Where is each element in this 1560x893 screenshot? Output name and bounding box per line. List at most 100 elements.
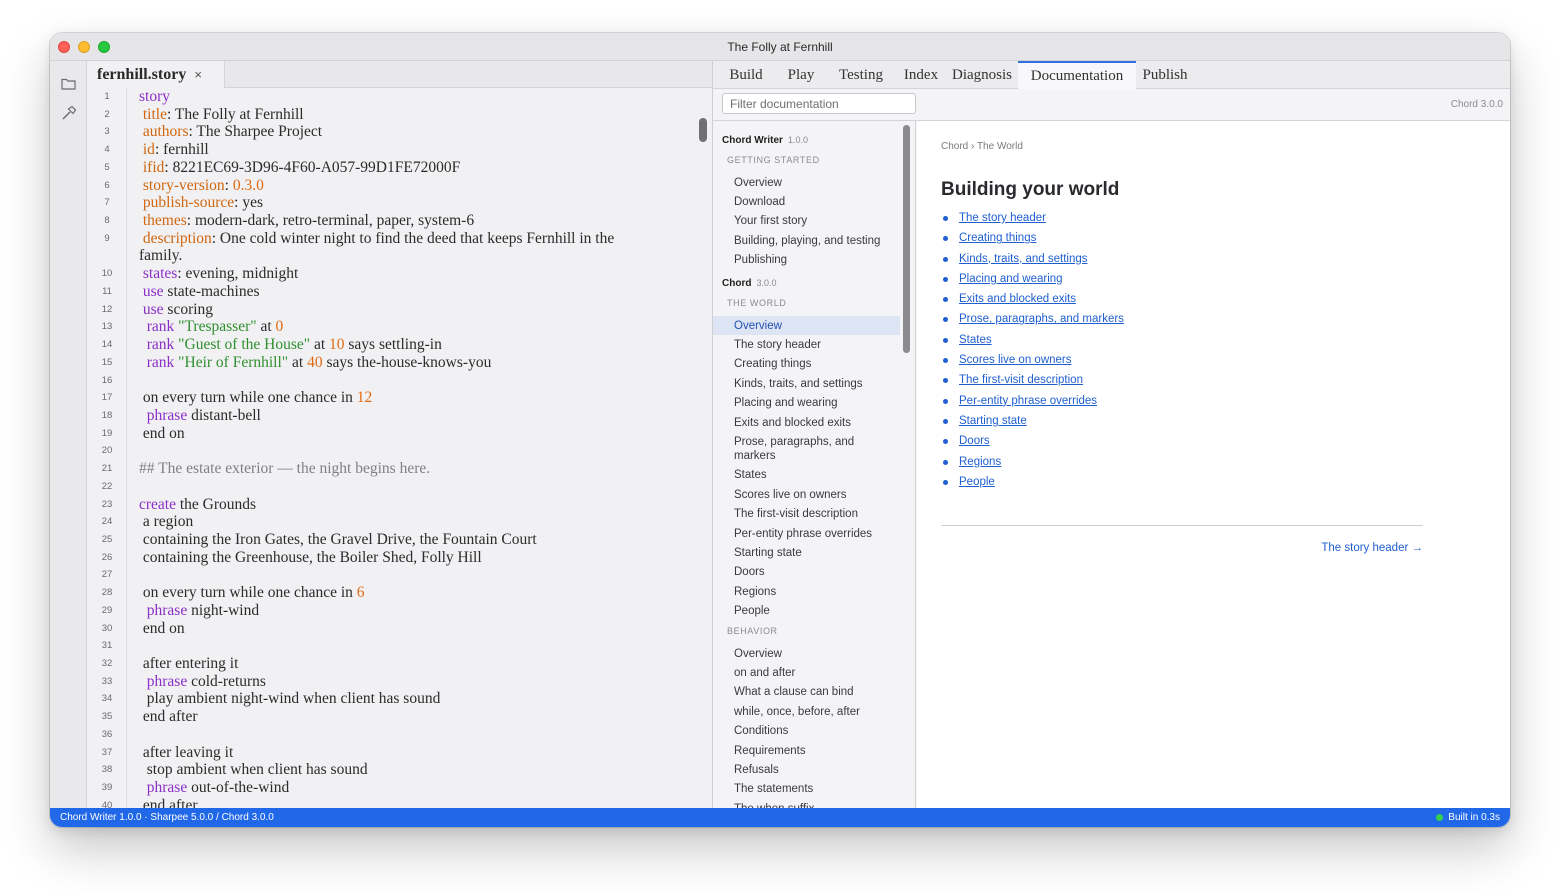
line-number: 33 [101, 675, 113, 687]
nav-item[interactable]: The when suffix [713, 799, 900, 808]
line-number: 1 [104, 91, 110, 102]
nav-item[interactable]: What a clause can bind [713, 683, 900, 702]
code-token: description [142, 229, 212, 247]
nav-item[interactable]: Kinds, traits, and settings [713, 374, 900, 393]
topic-link[interactable]: Creating things [959, 232, 1036, 244]
nav-item[interactable]: Overview [713, 173, 900, 192]
topic-list-item: The story header [941, 211, 1124, 225]
nav-item[interactable]: Starting state [713, 543, 900, 562]
nav-item[interactable]: Regions [713, 582, 900, 601]
next-page-link[interactable]: The story header → [1321, 542, 1423, 554]
nav-item[interactable]: The story header [713, 335, 900, 354]
line-number: 26 [101, 551, 113, 563]
hammer-icon[interactable] [60, 104, 77, 121]
code-line: story [139, 88, 170, 106]
nav-item[interactable]: Scores live on owners [713, 485, 900, 504]
doc-nav-scrollbar[interactable] [903, 125, 910, 353]
nav-item[interactable]: Creating things [713, 355, 900, 374]
line-number: 38 [101, 764, 113, 776]
code-token: after entering it [139, 655, 239, 673]
line-number: 11 [102, 285, 112, 297]
filter-documentation-input[interactable]: Filter documentation [722, 93, 916, 114]
code-line: ifid: 8221EC69-3D96-4F60-A057-99D1FE7200… [139, 159, 460, 177]
topic-link[interactable]: Placing and wearing [959, 273, 1063, 285]
nav-item[interactable]: Conditions [713, 722, 900, 741]
line-number: 9 [104, 232, 110, 244]
topic-list-item: Per-entity phrase overrides [941, 394, 1124, 408]
nav-item[interactable]: Overview [713, 316, 900, 335]
code-token: family. [139, 247, 183, 265]
divider [941, 525, 1423, 526]
nav-item[interactable]: Building, playing, and testing [713, 231, 900, 250]
nav-item[interactable]: States [713, 466, 900, 485]
code-token: says the-house-knows-you [322, 353, 492, 371]
topic-link[interactable]: States [959, 334, 992, 346]
nav-item[interactable]: Placing and wearing [713, 394, 900, 413]
topic-link[interactable]: Doors [959, 435, 990, 447]
topic-link[interactable]: Per-entity phrase overrides [959, 395, 1097, 407]
nav-item[interactable]: Download [713, 192, 900, 211]
topic-link[interactable]: The story header [959, 212, 1046, 224]
nav-item[interactable]: Requirements [713, 741, 900, 760]
nav-item[interactable]: The first-visit description [713, 505, 900, 524]
line-number: 27 [101, 569, 113, 581]
nav-item[interactable]: The statements [713, 780, 900, 799]
tab-index[interactable]: Index [896, 61, 946, 89]
topic-link[interactable]: Regions [959, 456, 1001, 468]
editor-scrollbar[interactable] [699, 118, 707, 142]
nav-item[interactable]: Exits and blocked exits [713, 413, 900, 432]
topic-link[interactable]: People [959, 476, 995, 488]
minimize-window-button[interactable] [78, 41, 90, 53]
tab-publish[interactable]: Publish [1136, 61, 1194, 89]
nav-item[interactable]: People [713, 602, 900, 621]
topic-link[interactable]: Exits and blocked exits [959, 293, 1076, 305]
line-number: 37 [101, 746, 113, 758]
topic-link[interactable]: The first-visit description [959, 374, 1083, 386]
tab-play[interactable]: Play [776, 61, 826, 89]
folder-icon[interactable] [60, 75, 77, 92]
nav-item[interactable]: while, once, before, after [713, 702, 900, 721]
topic-link[interactable]: Scores live on owners [959, 354, 1072, 366]
tab-diagnosis[interactable]: Diagnosis [946, 61, 1018, 89]
line-number: 23 [101, 498, 113, 510]
topic-link[interactable]: Prose, paragraphs, and markers [959, 313, 1124, 325]
line-number: 36 [101, 728, 113, 740]
build-status: Built in 0.3s [1436, 812, 1500, 823]
close-window-button[interactable] [58, 41, 70, 53]
tab-build[interactable]: Build [716, 61, 776, 89]
code-token: night-wind [187, 601, 260, 619]
topic-list-item: States [941, 333, 1124, 347]
code-token: phrase [146, 406, 188, 424]
topic-link-list: The story header Creating things Kinds, tr… [941, 211, 1124, 495]
code-line: after entering it [139, 655, 239, 673]
close-tab-icon[interactable]: × [194, 67, 202, 82]
nav-item[interactable]: on and after [713, 663, 900, 682]
line-number: 25 [101, 534, 113, 545]
code-line: containing the Greenhouse, the Boiler Sh… [139, 549, 482, 567]
topic-link[interactable]: Kinds, traits, and settings [959, 253, 1087, 265]
line-number: 4 [104, 144, 110, 156]
code-editor[interactable]: 1 2 3 4 5 6 7 8 9 10 11 12 13 14 15 16 17 18 19 20 21 22 23 24 2… [87, 88, 712, 808]
nav-item[interactable]: Overview [713, 644, 900, 663]
line-number: 5 [104, 161, 110, 173]
code-line: authors: The Sharpee Project [139, 123, 322, 141]
nav-item[interactable]: Per-entity phrase overrides [713, 524, 900, 543]
chord-version-label: Chord 3.0.0 [1450, 99, 1503, 110]
tab-documentation[interactable]: Documentation [1018, 61, 1136, 89]
nav-item[interactable]: Refusals [713, 760, 900, 779]
code-line: publish-source: yes [139, 194, 263, 212]
nav-item[interactable]: Your first story [713, 212, 900, 231]
documentation-nav: Chord Writer 1.0.0 GETTING STARTED Overview… [713, 121, 916, 808]
code-token: on every turn while one chance in [139, 584, 357, 602]
nav-item[interactable]: Doors [713, 563, 900, 582]
maximize-window-button[interactable] [98, 41, 110, 53]
line-number: 39 [101, 782, 113, 794]
topic-link[interactable]: Starting state [959, 415, 1027, 427]
nav-item[interactable]: Prose, paragraphs, and markers [713, 432, 873, 465]
nav-item[interactable]: Publishing [713, 251, 900, 270]
file-tab[interactable]: fernhill.story × [87, 61, 225, 88]
tab-testing[interactable]: Testing [826, 61, 896, 89]
code-token: : The Folly at Fernhill [166, 105, 304, 123]
code-line: title: The Folly at Fernhill [139, 106, 304, 124]
